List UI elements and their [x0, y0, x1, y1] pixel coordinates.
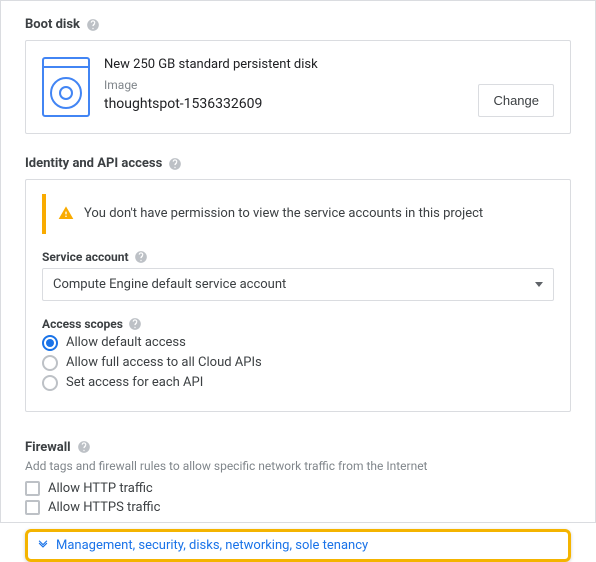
help-icon[interactable]: [134, 250, 148, 264]
boot-disk-title: New 250 GB standard persistent disk: [104, 57, 464, 72]
access-scopes-radio-group: Allow default access Allow full access t…: [42, 335, 554, 391]
radio-icon: [42, 335, 58, 351]
service-account-label: Service account: [42, 250, 554, 264]
radio-default-access[interactable]: Allow default access: [42, 335, 554, 351]
firewall-header-text: Firewall: [25, 440, 71, 455]
identity-header: Identity and API access: [25, 156, 571, 171]
boot-disk-header: Boot disk: [25, 17, 571, 32]
boot-disk-header-text: Boot disk: [25, 17, 80, 32]
service-account-select[interactable]: Compute Engine default service account: [42, 268, 554, 301]
firewall-checkbox-group: Allow HTTP traffic Allow HTTPS traffic: [25, 481, 571, 515]
help-icon[interactable]: [86, 18, 100, 32]
warning-banner: You don't have permission to view the se…: [42, 194, 554, 234]
help-icon[interactable]: [128, 317, 142, 331]
warning-icon: [58, 205, 74, 221]
checkbox-http[interactable]: Allow HTTP traffic: [25, 481, 571, 496]
checkbox-label: Allow HTTPS traffic: [48, 500, 160, 515]
chevron-down-icon: [36, 538, 50, 552]
warning-text: You don't have permission to view the se…: [84, 204, 483, 224]
expander-highlight: Management, security, disks, networking,…: [25, 529, 571, 562]
access-scopes-label-text: Access scopes: [42, 317, 123, 331]
firewall-subtext: Add tags and firewall rules to allow spe…: [25, 459, 571, 473]
access-scopes-label: Access scopes: [42, 317, 554, 331]
change-button[interactable]: Change: [478, 84, 554, 117]
service-account-label-text: Service account: [42, 250, 129, 264]
boot-disk-card: New 250 GB standard persistent disk Imag…: [25, 40, 571, 134]
boot-disk-image-label: Image: [104, 78, 464, 92]
identity-panel: You don't have permission to view the se…: [25, 179, 571, 412]
checkbox-icon: [25, 500, 40, 515]
expander-label: Management, security, disks, networking,…: [56, 538, 368, 553]
boot-disk-image-name: thoughtspot-1536332609: [104, 96, 464, 112]
radio-label: Allow full access to all Cloud APIs: [66, 355, 262, 370]
radio-icon: [42, 375, 58, 391]
boot-disk-details: New 250 GB standard persistent disk Imag…: [104, 57, 464, 112]
chevron-down-icon: [535, 282, 543, 287]
radio-label: Set access for each API: [66, 375, 203, 390]
radio-icon: [42, 355, 58, 371]
service-account-value: Compute Engine default service account: [53, 277, 286, 292]
radio-full-access[interactable]: Allow full access to all Cloud APIs: [42, 355, 554, 371]
help-icon[interactable]: [77, 440, 91, 454]
radio-label: Allow default access: [66, 335, 186, 350]
management-expander[interactable]: Management, security, disks, networking,…: [36, 538, 560, 553]
identity-header-text: Identity and API access: [25, 156, 162, 171]
disk-icon: [42, 57, 90, 117]
firewall-header: Firewall: [25, 440, 571, 455]
checkbox-icon: [25, 481, 40, 496]
radio-per-api-access[interactable]: Set access for each API: [42, 375, 554, 391]
checkbox-https[interactable]: Allow HTTPS traffic: [25, 500, 571, 515]
help-icon[interactable]: [168, 157, 182, 171]
checkbox-label: Allow HTTP traffic: [48, 481, 153, 496]
